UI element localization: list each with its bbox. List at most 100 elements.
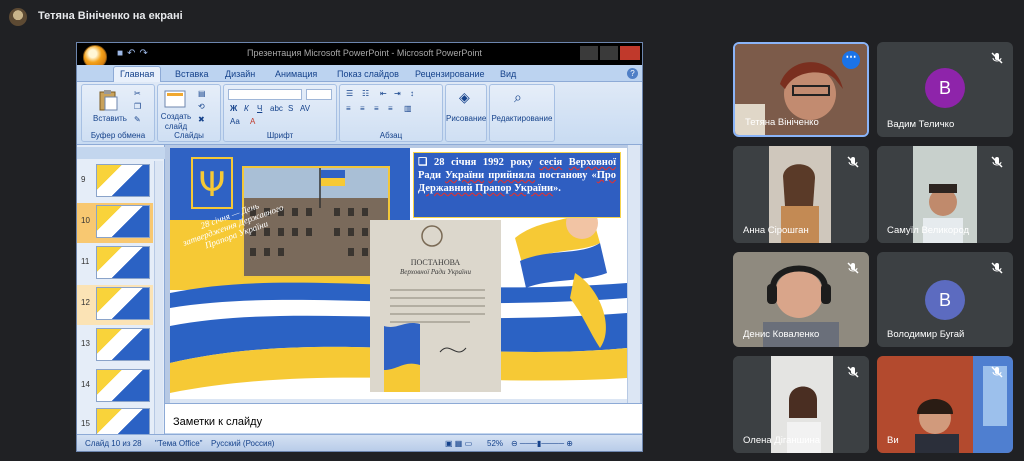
format-painter-icon[interactable]: ✎ bbox=[134, 115, 141, 124]
view-buttons[interactable]: ▣ ▦ ▭ bbox=[445, 439, 472, 448]
align-right-icon[interactable]: ≡ bbox=[374, 104, 379, 113]
participant-tile[interactable]: Самуїл Великород bbox=[877, 146, 1013, 243]
thumbnails-scrollbar[interactable] bbox=[154, 161, 163, 436]
align-left-icon[interactable]: ≡ bbox=[346, 104, 351, 113]
redo-icon[interactable]: ↷ bbox=[139, 48, 151, 59]
participant-tile[interactable]: Денис Коваленко bbox=[733, 252, 869, 347]
undo-icon[interactable]: ↶ bbox=[127, 48, 139, 59]
case-icon[interactable]: Aa bbox=[230, 117, 240, 126]
new-slide-label-1[interactable]: Создать bbox=[160, 112, 192, 121]
thumbnail-row-selected[interactable]: 10 bbox=[77, 203, 153, 243]
participant-tile[interactable]: Анна Сірошган bbox=[733, 146, 869, 243]
current-slide[interactable]: Ψ 28 січня — День затвердження Державног… bbox=[170, 148, 627, 399]
quick-access-toolbar[interactable]: ■↶↷ bbox=[117, 48, 152, 59]
participant-avatar: В bbox=[925, 280, 965, 320]
shadow-icon[interactable]: S bbox=[288, 104, 293, 113]
thumbnail-row[interactable]: 12 bbox=[77, 285, 153, 325]
justify-icon[interactable]: ≡ bbox=[388, 104, 393, 113]
notes-pane[interactable]: Заметки к слайду bbox=[165, 403, 642, 433]
new-slide-icon[interactable] bbox=[164, 89, 186, 109]
doc-title: ПОСТАНОВА bbox=[410, 258, 461, 267]
slide-v-scrollbar[interactable] bbox=[628, 145, 640, 403]
slide-thumbnail[interactable] bbox=[96, 369, 150, 402]
new-slide-label-2[interactable]: слайд bbox=[162, 122, 190, 131]
more-options-icon[interactable]: ⋯ bbox=[842, 51, 860, 69]
slide-thumbnail[interactable] bbox=[96, 205, 150, 238]
font-size-select[interactable] bbox=[306, 89, 332, 100]
drawing-icon[interactable]: ◈ bbox=[459, 89, 470, 106]
pane-tabs[interactable] bbox=[77, 147, 165, 159]
font-name-select[interactable] bbox=[228, 89, 302, 100]
thumbnail-row[interactable]: 11 bbox=[77, 244, 153, 284]
slide-text-part bbox=[562, 157, 569, 168]
cut-icon[interactable]: ✂ bbox=[134, 89, 141, 98]
spacing-icon[interactable]: AV bbox=[300, 104, 310, 113]
editing-button[interactable]: Редактирование bbox=[490, 114, 554, 123]
participant-tile[interactable]: Ви bbox=[877, 356, 1013, 453]
mic-off-icon bbox=[991, 156, 1003, 168]
copy-icon[interactable]: ❐ bbox=[134, 102, 141, 111]
save-icon[interactable]: ■ bbox=[117, 48, 127, 59]
slide-thumbnail[interactable] bbox=[96, 246, 150, 279]
tab-insert[interactable]: Вставка bbox=[169, 67, 214, 82]
zoom-slider[interactable]: ⊖ ───▮──── ⊕ bbox=[511, 439, 573, 448]
layout-icon[interactable]: ▤ bbox=[198, 89, 206, 98]
indent-icon[interactable]: ⇤ bbox=[380, 89, 387, 98]
status-bar: Слайд 10 из 28 "Тема Office" Русский (Ро… bbox=[77, 434, 642, 451]
tab-slideshow[interactable]: Показ слайдов bbox=[331, 67, 405, 82]
slide-text-part: Верховної bbox=[568, 157, 616, 168]
participant-tile[interactable]: ⋯ Тетяна Вініченко bbox=[733, 42, 869, 137]
thumbnail-number: 15 bbox=[81, 419, 90, 428]
binoculars-icon[interactable]: ⌕ bbox=[514, 89, 522, 106]
font-color-icon[interactable]: A bbox=[250, 117, 255, 126]
paste-icon[interactable] bbox=[98, 89, 118, 111]
font-group: Ж К Ч abc S AV Aa A Шрифт bbox=[223, 84, 337, 142]
notes-placeholder[interactable]: Заметки к слайду bbox=[173, 416, 262, 428]
slides-group-label: Слайды bbox=[174, 131, 204, 140]
slide-editor: Ψ 28 січня — День затвердження Державног… bbox=[165, 145, 642, 403]
thumbnail-number: 10 bbox=[81, 216, 90, 225]
reset-icon[interactable]: ⟲ bbox=[198, 102, 205, 111]
thumbnail-row[interactable]: 13 bbox=[77, 326, 153, 366]
slide-thumbnail[interactable] bbox=[96, 408, 150, 436]
participant-tile[interactable]: В Володимир Бугай bbox=[877, 252, 1013, 347]
thumbnail-number: 13 bbox=[81, 339, 90, 348]
thumbnail-row[interactable]: 9 bbox=[77, 162, 153, 202]
participant-tile[interactable]: В Вадим Теличко bbox=[877, 42, 1013, 137]
outdent-icon[interactable]: ⇥ bbox=[394, 89, 401, 98]
bullets-icon[interactable]: ☰ bbox=[346, 89, 353, 98]
participant-name: Анна Сірошган bbox=[743, 225, 809, 236]
tab-view[interactable]: Вид bbox=[494, 67, 522, 82]
tab-design[interactable]: Дизайн bbox=[219, 67, 261, 82]
window-controls[interactable] bbox=[580, 46, 640, 60]
editing-group: ⌕ Редактирование bbox=[489, 84, 555, 142]
clipboard-group: Вставить ✂ ❐ ✎ Буфер обмена bbox=[81, 84, 155, 142]
numbering-icon[interactable]: ☷ bbox=[362, 89, 369, 98]
thumbnail-number: 14 bbox=[81, 380, 90, 389]
language: Русский (Россия) bbox=[211, 439, 275, 448]
underline-icon[interactable]: Ч bbox=[257, 104, 262, 113]
tab-home[interactable]: Главная bbox=[113, 66, 162, 82]
participant-tile[interactable]: Олена Діганшина bbox=[733, 356, 869, 453]
thumbnail-row[interactable]: 14 bbox=[77, 367, 153, 407]
tab-review[interactable]: Рецензирование bbox=[409, 67, 491, 82]
presenter-bar: Тетяна Вініченко на екрані bbox=[0, 0, 1024, 34]
columns-icon[interactable]: ▥ bbox=[404, 104, 412, 113]
drawing-button[interactable]: Рисование bbox=[446, 114, 486, 123]
delete-slide-icon[interactable]: ✖ bbox=[198, 115, 205, 124]
italic-icon[interactable]: К bbox=[244, 104, 249, 113]
help-icon[interactable]: ? bbox=[627, 68, 638, 79]
mic-off-icon bbox=[991, 366, 1003, 378]
thumbnail-row[interactable]: 15 bbox=[77, 406, 153, 436]
bold-icon[interactable]: Ж bbox=[230, 104, 237, 113]
strikethrough-icon[interactable]: abc bbox=[270, 104, 283, 113]
slide-thumbnail[interactable] bbox=[96, 328, 150, 361]
align-center-icon[interactable]: ≡ bbox=[360, 104, 365, 113]
tab-animation[interactable]: Анимация bbox=[269, 67, 323, 82]
slide-thumbnail[interactable] bbox=[96, 287, 150, 320]
paste-button[interactable]: Вставить bbox=[90, 114, 130, 123]
line-spacing-icon[interactable]: ↕ bbox=[410, 89, 414, 98]
ppt-titlebar: ■↶↷ Презентация Microsoft PowerPoint - M… bbox=[77, 43, 642, 69]
mic-off-icon bbox=[847, 262, 859, 274]
slide-thumbnail[interactable] bbox=[96, 164, 150, 197]
